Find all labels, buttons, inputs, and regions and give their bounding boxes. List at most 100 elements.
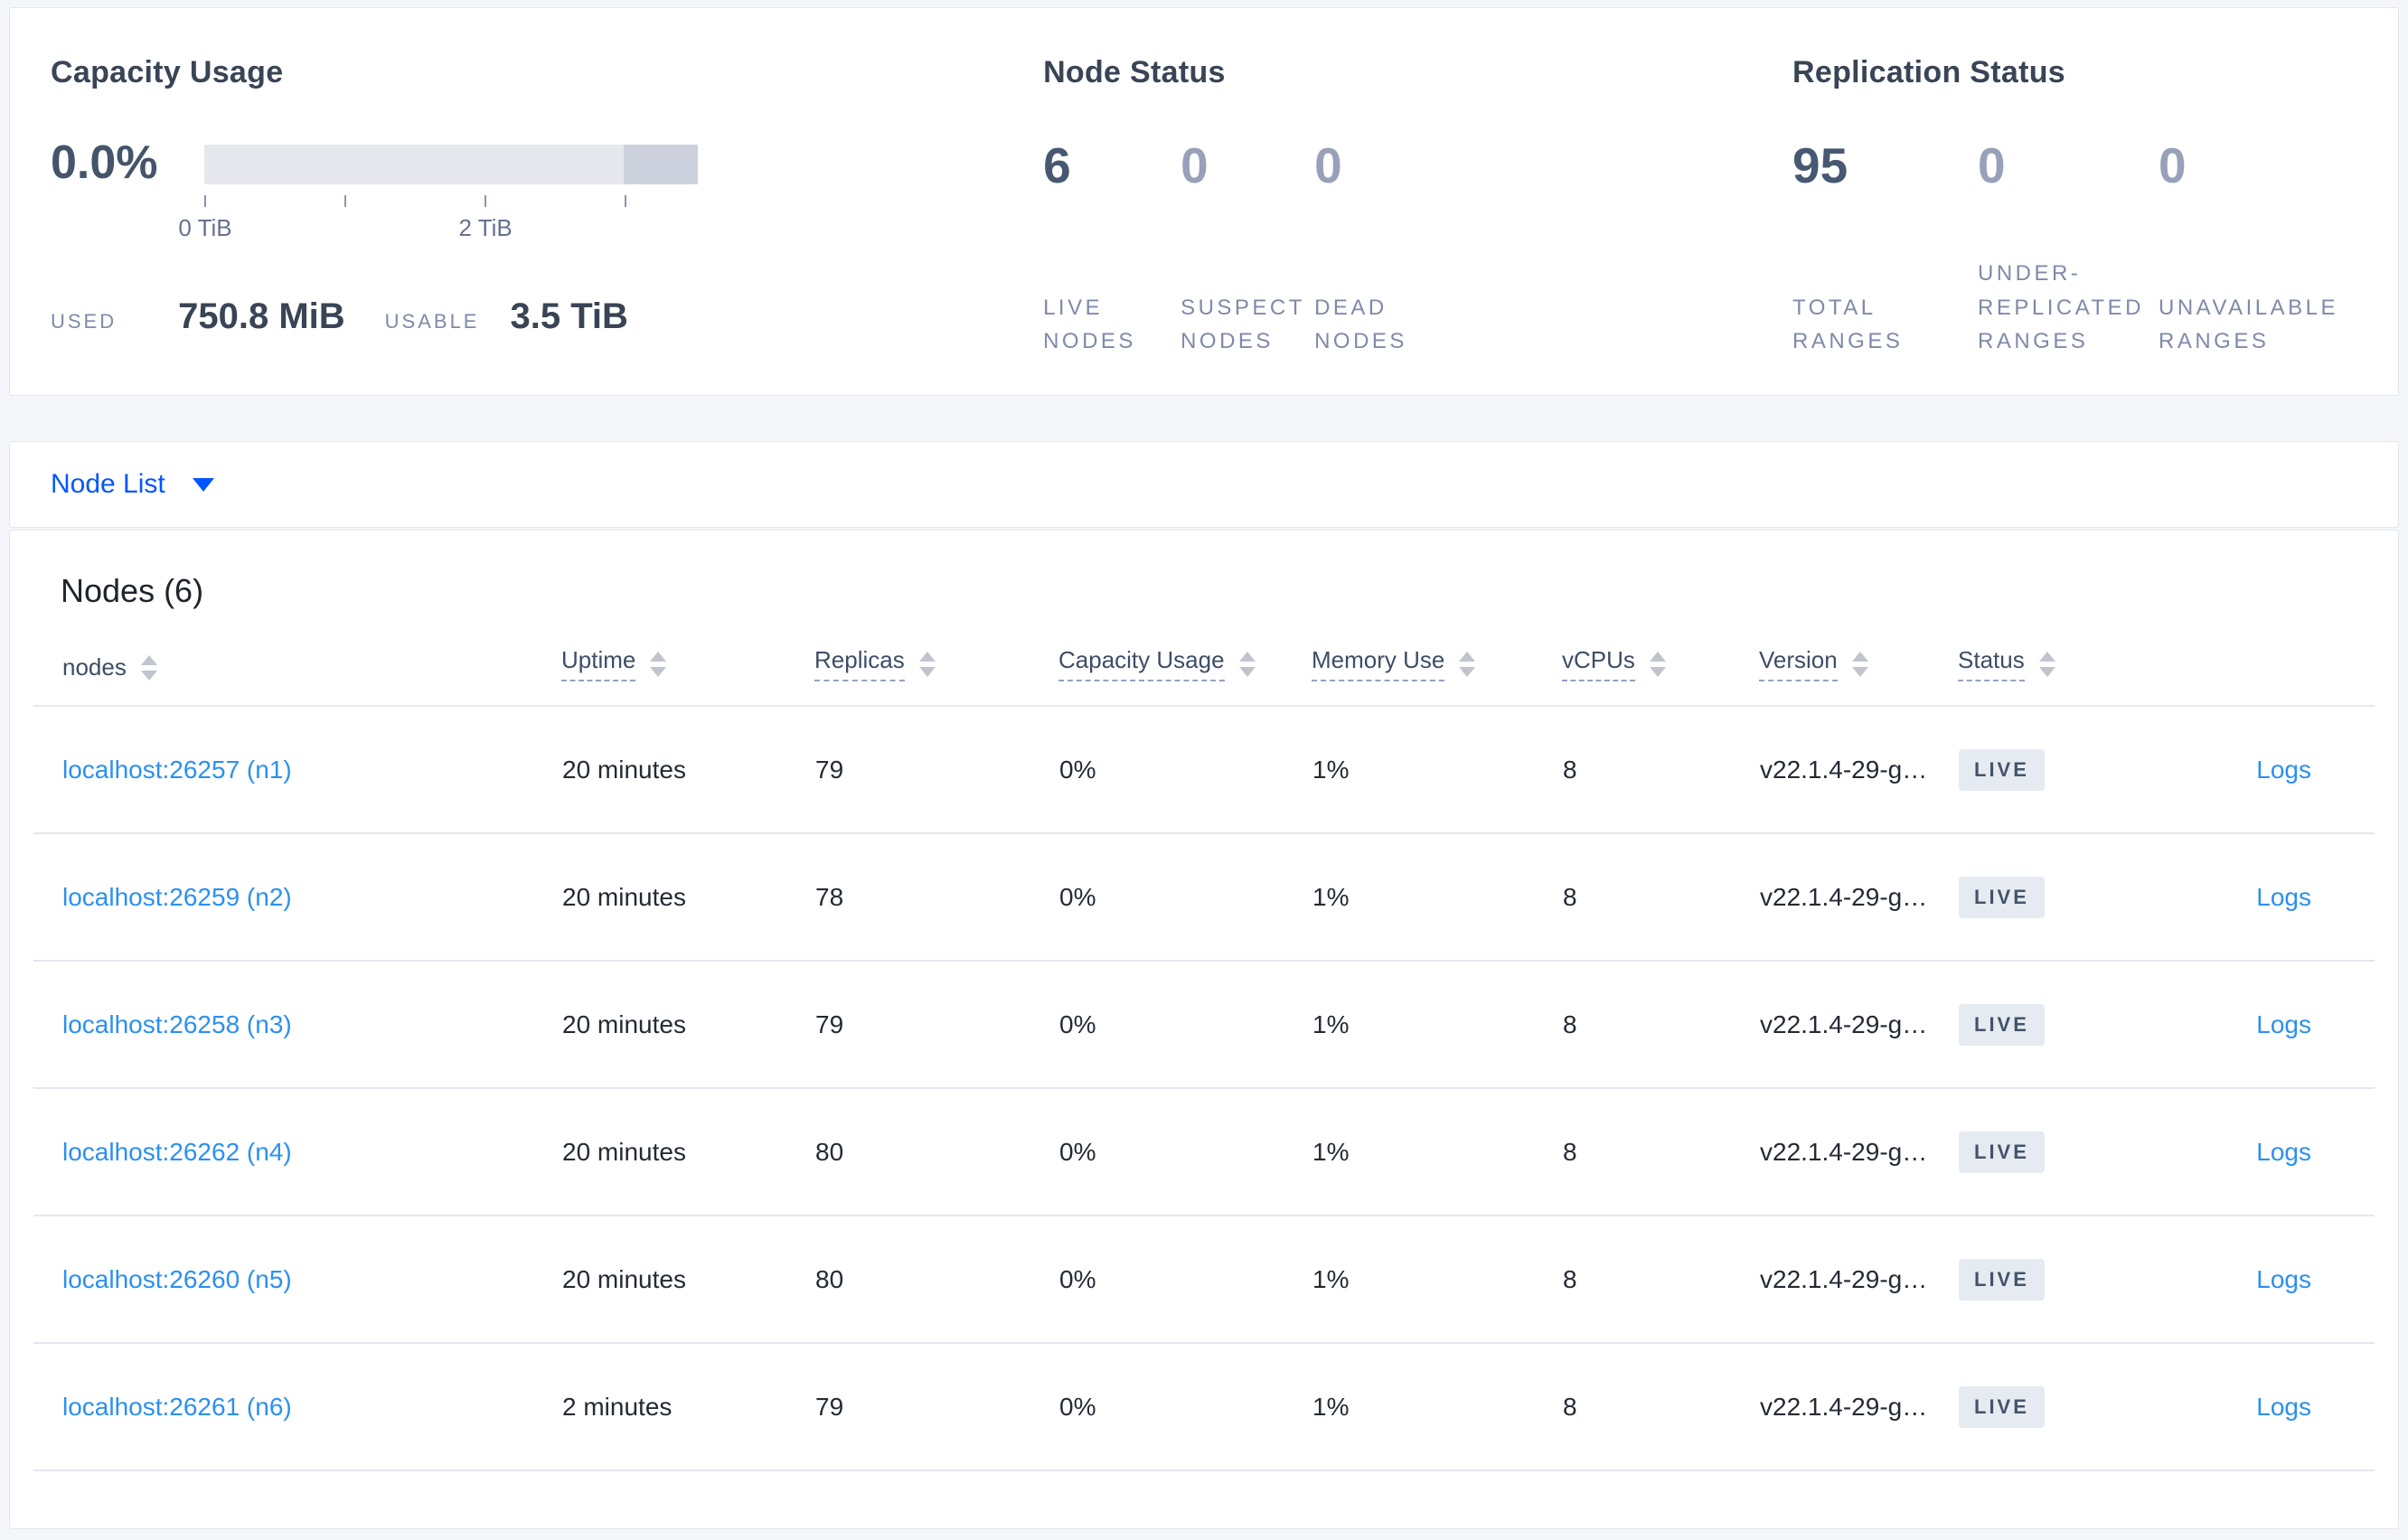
status-badge: LIVE (1959, 1003, 2045, 1046)
status-badge: LIVE (1959, 748, 2045, 791)
status-cell: LIVE (1958, 1088, 2166, 1216)
node-link[interactable]: localhost:26258 (n3) (62, 1010, 292, 1038)
capacity-usage-cell: 0% (1058, 1343, 1312, 1471)
node-link[interactable]: localhost:26260 (n5) (62, 1265, 292, 1293)
node-link[interactable]: localhost:26261 (n6) (62, 1393, 292, 1421)
logs-link[interactable]: Logs (2256, 883, 2311, 911)
nodes-table-card: Nodes (6) nodes Uptime Replicas Capacity… (9, 530, 2399, 1529)
column-header-memory-use[interactable]: Memory Use (1312, 646, 1562, 707)
capacity-bar (204, 145, 698, 184)
node-status-stats: 6 LIVE NODES 0 SUSPECT NODES 0 DEAD NODE… (1043, 141, 1792, 358)
chevron-down-icon (192, 477, 214, 492)
capacity-percent-value: 0.0% (51, 136, 158, 189)
memory-use-cell: 1% (1312, 833, 1562, 962)
version-cell: v22.1.4-29-g… (1759, 706, 1958, 834)
replication-status-title: Replication Status (1792, 55, 2066, 89)
version-cell: v22.1.4-29-g… (1759, 961, 1958, 1089)
column-header-version[interactable]: Version (1759, 646, 1958, 707)
live-nodes-value: 6 (1043, 137, 1071, 193)
logs-cell: Logs (2166, 1216, 2375, 1344)
capacity-usage-cell: 0% (1058, 833, 1312, 962)
replicas-cell: 79 (814, 1343, 1058, 1471)
logs-link[interactable]: Logs (2256, 756, 2311, 784)
axis-tick-label: 0 TiB (178, 214, 232, 241)
cluster-overview-page: Capacity Usage 0.0% 0 TiB 2 TiB USED 750… (0, 0, 2408, 1536)
table-row: localhost:26259 (n2) 20 minutes 78 0% 1% 8 v22… (33, 833, 2375, 962)
column-header-replicas[interactable]: Replicas (814, 646, 1058, 707)
replication-status-stats: 95 TOTAL RANGES 0 UNDER-REPLICATED RANGE… (1792, 141, 2357, 358)
table-row: localhost:26257 (n1) 20 minutes 79 0% 1% 8 v22… (33, 706, 2375, 834)
node-address-cell: localhost:26260 (n5) (33, 1216, 561, 1344)
node-address-cell: localhost:26258 (n3) (33, 961, 561, 1089)
logs-link[interactable]: Logs (2256, 1393, 2311, 1421)
version-cell: v22.1.4-29-g… (1759, 1216, 1958, 1344)
status-badge: LIVE (1959, 1385, 2045, 1428)
version-cell: v22.1.4-29-g… (1759, 1343, 1958, 1471)
used-label: USED (51, 310, 118, 333)
usable-value: 3.5 TiB (510, 296, 628, 336)
nodes-heading: Nodes (6) (61, 572, 204, 609)
suspect-nodes-stat: 0 SUSPECT NODES (1180, 141, 1314, 358)
logs-cell: Logs (2166, 1088, 2375, 1216)
live-nodes-label: LIVE NODES (1043, 295, 1136, 353)
logs-cell: Logs (2166, 1343, 2375, 1471)
capacity-bar-chart: 0 TiB 2 TiB (178, 137, 698, 253)
capacity-chart: 0.0% 0 TiB 2 TiB (51, 136, 1043, 253)
version-cell: v22.1.4-29-g… (1759, 1088, 1958, 1216)
node-link[interactable]: localhost:26262 (n4) (62, 1138, 292, 1166)
column-header-status[interactable]: Status (1958, 646, 2166, 707)
column-header-uptime[interactable]: Uptime (561, 646, 814, 707)
sort-icon (1459, 651, 1476, 677)
vcpus-cell: 8 (1562, 1216, 1759, 1344)
view-selector-bar: Node List (9, 441, 2399, 528)
memory-use-cell: 1% (1312, 1088, 1562, 1216)
sort-icon (2038, 651, 2055, 677)
sort-icon (1851, 651, 1868, 677)
sort-icon (140, 654, 157, 681)
capacity-usage-cell: 0% (1058, 961, 1312, 1089)
live-nodes-stat: 6 LIVE NODES (1043, 141, 1180, 358)
suspect-nodes-label: SUSPECT NODES (1180, 295, 1305, 353)
memory-use-cell: 1% (1312, 1216, 1562, 1344)
replicas-cell: 80 (814, 1216, 1058, 1344)
logs-cell: Logs (2166, 961, 2375, 1089)
uptime-cell: 20 minutes (561, 1088, 814, 1216)
status-cell: LIVE (1958, 706, 2166, 834)
status-cell: LIVE (1958, 1343, 2166, 1471)
table-header-row: nodes Uptime Replicas Capacity Usage Mem… (33, 646, 2375, 707)
replicas-cell: 78 (814, 833, 1058, 962)
node-address-cell: localhost:26257 (n1) (33, 706, 561, 834)
logs-link[interactable]: Logs (2256, 1010, 2311, 1038)
sort-icon (650, 651, 667, 677)
vcpus-cell: 8 (1562, 1088, 1759, 1216)
node-link[interactable]: localhost:26259 (n2) (62, 883, 292, 911)
memory-use-cell: 1% (1312, 1343, 1562, 1471)
capacity-usage-cell: 0% (1058, 1088, 1312, 1216)
capacity-axis: 0 TiB 2 TiB (178, 195, 698, 253)
column-header-vcpus[interactable]: vCPUs (1562, 646, 1759, 707)
under-replicated-ranges-stat: 0 UNDER-REPLICATED RANGES (1978, 141, 2159, 358)
node-link[interactable]: localhost:26257 (n1) (62, 756, 292, 784)
status-cell: LIVE (1958, 961, 2166, 1089)
logs-link[interactable]: Logs (2256, 1138, 2311, 1166)
axis-tick: 0 TiB (178, 195, 232, 241)
axis-tick (344, 195, 347, 207)
memory-use-cell: 1% (1312, 706, 1562, 834)
node-list-dropdown[interactable]: Node List (51, 469, 214, 500)
suspect-nodes-value: 0 (1180, 137, 1209, 193)
capacity-usage-title: Capacity Usage (51, 55, 284, 89)
unavailable-ranges-stat: 0 UNAVAILABLE RANGES (2159, 141, 2357, 358)
usable-label: USABLE (384, 310, 480, 333)
unavailable-ranges-value: 0 (2159, 137, 2187, 193)
memory-use-cell: 1% (1312, 961, 1562, 1089)
status-badge: LIVE (1959, 1258, 2045, 1301)
logs-link[interactable]: Logs (2256, 1265, 2311, 1293)
axis-tick-label: 2 TiB (458, 214, 513, 241)
column-header-nodes[interactable]: nodes (33, 646, 561, 707)
column-header-capacity-usage[interactable]: Capacity Usage (1058, 646, 1312, 707)
capacity-bar-reserved-segment (624, 145, 698, 184)
cluster-summary-card: Capacity Usage 0.0% 0 TiB 2 TiB USED 750… (9, 7, 2399, 396)
total-ranges-value: 95 (1792, 137, 1848, 193)
dead-nodes-stat: 0 DEAD NODES (1314, 141, 1468, 358)
replicas-cell: 80 (814, 1088, 1058, 1216)
